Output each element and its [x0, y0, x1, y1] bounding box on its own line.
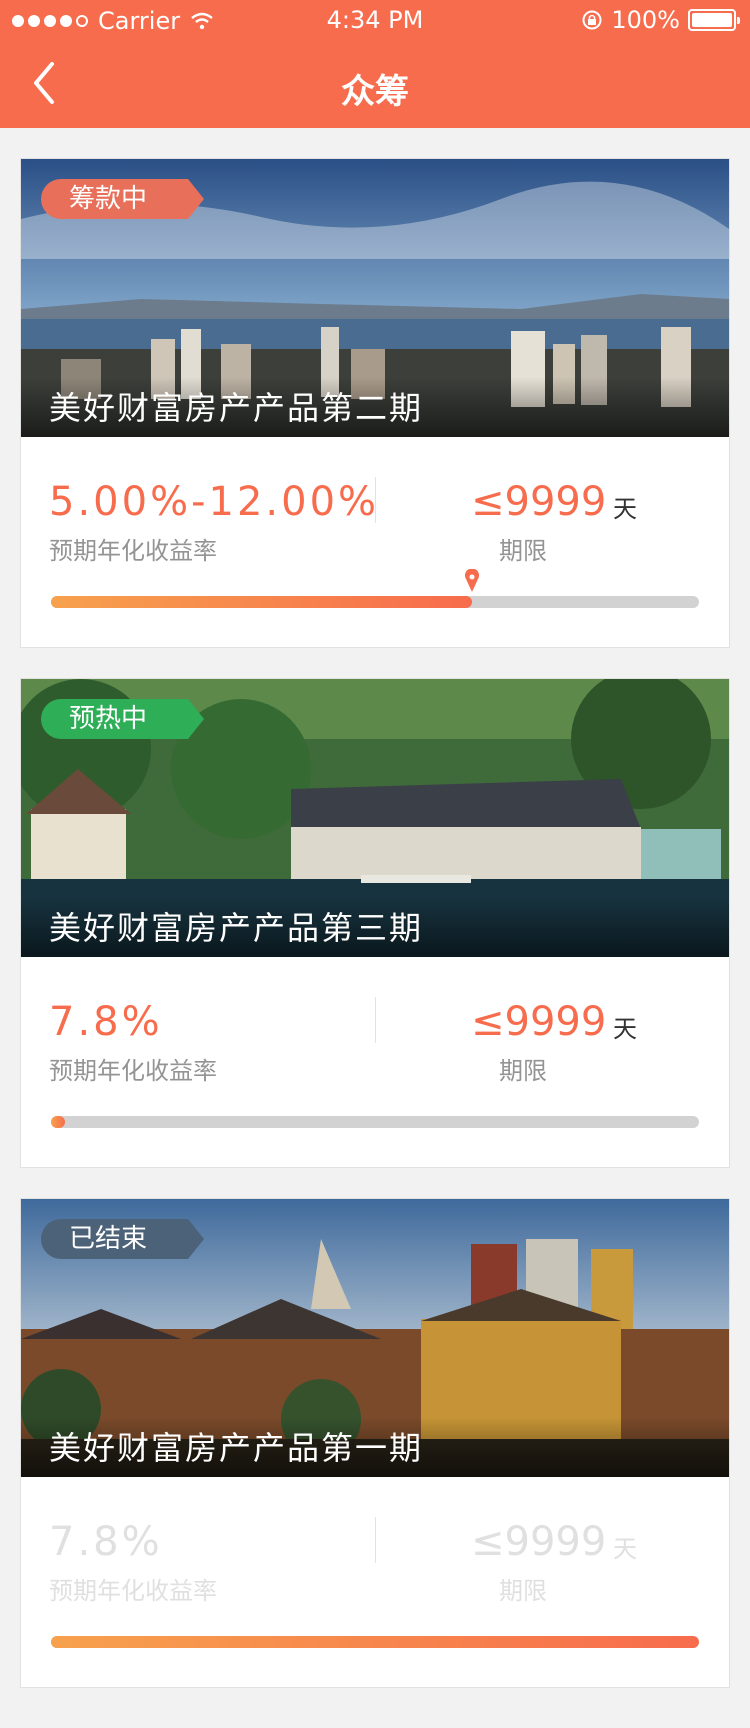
- term-value: ≤9999: [471, 1519, 607, 1565]
- battery-percent: 100%: [611, 6, 680, 34]
- rate-label: 预期年化收益率: [49, 1577, 217, 1605]
- project-card[interactable]: 筹款中 美好财富房产产品第二期 5.00%-12.00% 预期年化收益率 ≤99…: [20, 158, 730, 648]
- rate-value: 7.8%: [49, 999, 163, 1045]
- divider: [375, 997, 376, 1043]
- rate-label: 预期年化收益率: [49, 537, 217, 565]
- battery-icon: [688, 9, 740, 31]
- progress-track: [51, 1116, 699, 1128]
- rotation-lock-icon: [582, 10, 602, 30]
- status-bar: Carrier 4:34 PM 100%: [0, 0, 750, 40]
- project-card[interactable]: 已结束 美好财富房产产品第一期 7.8% 预期年化收益率 ≤9999 天 期限: [20, 1198, 730, 1688]
- divider: [375, 477, 376, 523]
- term-label: 期限: [499, 1057, 547, 1085]
- progress-pin-icon: [465, 569, 480, 592]
- progress-track: [51, 596, 699, 608]
- project-name: 美好财富房产产品第三期: [49, 909, 424, 947]
- nav-bar: 众筹: [0, 40, 750, 128]
- progress-fill: [51, 1116, 65, 1128]
- rate-value: 5.00%-12.00%: [49, 479, 380, 525]
- status-badge: 已结束: [41, 1219, 204, 1259]
- term-label: 期限: [499, 537, 547, 565]
- progress-fill: [51, 1636, 699, 1648]
- project-card[interactable]: 预热中 美好财富房产产品第三期 7.8% 预期年化收益率 ≤9999 天 期限: [20, 678, 730, 1168]
- term-value: ≤9999: [471, 999, 607, 1045]
- divider: [375, 1517, 376, 1563]
- status-right: 100%: [581, 6, 740, 34]
- status-badge: 筹款中: [41, 179, 204, 219]
- progress-track: [51, 1636, 699, 1648]
- project-name: 美好财富房产产品第二期: [49, 389, 424, 427]
- term-unit: 天: [613, 1535, 637, 1563]
- project-name: 美好财富房产产品第一期: [49, 1429, 424, 1467]
- status-badge: 预热中: [41, 699, 204, 739]
- page-title: 众筹: [341, 72, 409, 112]
- rate-label: 预期年化收益率: [49, 1057, 217, 1085]
- progress-fill: [51, 596, 473, 608]
- rate-value: 7.8%: [49, 1519, 163, 1565]
- term-label: 期限: [499, 1577, 547, 1605]
- term-unit: 天: [613, 1015, 637, 1043]
- term-value: ≤9999: [471, 479, 607, 525]
- term-unit: 天: [613, 495, 637, 523]
